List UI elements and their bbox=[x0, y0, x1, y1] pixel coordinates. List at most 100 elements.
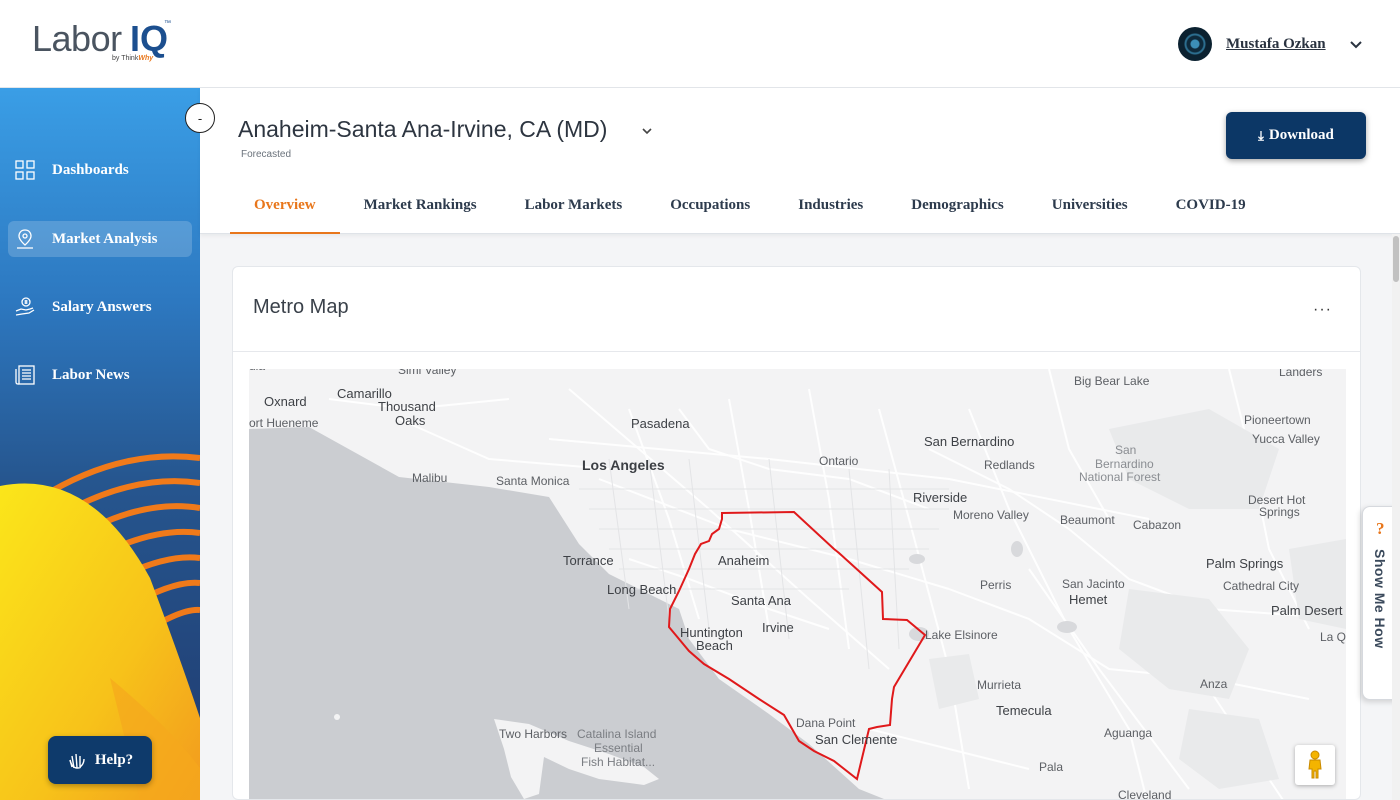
more-options-button[interactable]: ··· bbox=[1313, 301, 1332, 319]
user-menu[interactable]: Mustafa Ozkan bbox=[1178, 27, 1364, 61]
card-title: Metro Map bbox=[253, 296, 349, 318]
map-label: Cathedral City bbox=[1223, 579, 1300, 593]
map-label: Palm Desert bbox=[1271, 603, 1343, 618]
map-label: Long Beach bbox=[607, 582, 677, 597]
map-label: Perris bbox=[980, 578, 1012, 592]
tab-occupations[interactable]: Occupations bbox=[646, 176, 774, 234]
location-pin-icon bbox=[17, 229, 33, 249]
map-label: Oaks bbox=[395, 413, 426, 428]
map-label: San Jacinto bbox=[1062, 577, 1125, 591]
map-label: Essential bbox=[594, 741, 643, 755]
map-label: ula bbox=[249, 369, 265, 373]
tab-bar: Overview Market Rankings Labor Markets O… bbox=[230, 176, 1270, 234]
avatar-icon[interactable] bbox=[1178, 27, 1212, 61]
map-label: Thousand bbox=[378, 399, 436, 414]
scrollbar-thumb[interactable] bbox=[1393, 236, 1399, 282]
card-divider bbox=[233, 351, 1360, 352]
logo-byline: by ThinkWhy bbox=[112, 55, 153, 62]
map-label: Springs bbox=[1259, 505, 1300, 519]
tab-labor-markets[interactable]: Labor Markets bbox=[501, 176, 647, 234]
map-label: Moreno Valley bbox=[953, 508, 1029, 522]
help-button[interactable]: Help? bbox=[48, 736, 152, 784]
market-title[interactable]: Anaheim-Santa Ana-Irvine, CA (MD) bbox=[238, 116, 607, 143]
logo-text-labor: Labor bbox=[32, 18, 122, 59]
content-header: Anaheim-Santa Ana-Irvine, CA (MD) Foreca… bbox=[200, 88, 1400, 234]
street-view-pegman-button[interactable] bbox=[1295, 745, 1335, 785]
tab-industries[interactable]: Industries bbox=[774, 176, 887, 234]
map-label: Ontario bbox=[819, 454, 859, 468]
map-label: Dana Point bbox=[796, 716, 856, 730]
sidebar-item-label: Dashboards bbox=[52, 161, 129, 178]
tab-market-rankings[interactable]: Market Rankings bbox=[340, 176, 501, 234]
tab-demographics[interactable]: Demographics bbox=[887, 176, 1028, 234]
sidebar-collapse-button[interactable]: - bbox=[185, 103, 215, 133]
map-label: Fish Habitat... bbox=[581, 755, 656, 769]
page-scrollbar[interactable] bbox=[1392, 234, 1400, 800]
hand-wave-icon bbox=[69, 753, 85, 769]
chevron-down-icon[interactable] bbox=[1348, 36, 1364, 52]
tab-universities[interactable]: Universities bbox=[1028, 176, 1152, 234]
top-header: Labor IQ ™ by ThinkWhy Mustafa Ozkan bbox=[0, 0, 1400, 88]
map-label: Redlands bbox=[984, 458, 1035, 472]
map-label: Landers bbox=[1279, 369, 1323, 379]
map-label: Malibu bbox=[412, 471, 448, 485]
map-label: Beach bbox=[696, 638, 733, 653]
show-me-how-label: Show Me How bbox=[1372, 549, 1388, 649]
user-name-link[interactable]: Mustafa Ozkan bbox=[1226, 36, 1326, 53]
map-label: Temecula bbox=[996, 703, 1052, 718]
forecast-label: Forecasted bbox=[241, 149, 292, 160]
map-label: Los Angeles bbox=[582, 457, 665, 473]
map-label: Murrieta bbox=[977, 678, 1022, 692]
map-label: Anza bbox=[1200, 677, 1228, 691]
metro-map-card: Metro Map ··· Simi Valley Oxnard Camaril… bbox=[232, 266, 1361, 800]
question-icon: ? bbox=[1376, 519, 1385, 538]
map-label: Pala bbox=[1039, 760, 1064, 774]
newspaper-icon bbox=[15, 365, 35, 385]
map-label: San Clemente bbox=[815, 732, 898, 747]
map-label: Big Bear Lake bbox=[1074, 374, 1150, 388]
map-label: Cabazon bbox=[1133, 518, 1182, 532]
map-label: Torrance bbox=[563, 553, 614, 568]
chevron-down-icon[interactable] bbox=[640, 124, 654, 138]
map-label: Irvine bbox=[762, 620, 794, 635]
map-label: Beaumont bbox=[1060, 513, 1115, 527]
trademark-mark: ™ bbox=[164, 20, 171, 27]
sidebar-item-dashboards[interactable]: Dashboards bbox=[8, 152, 192, 188]
download-icon: ⤓ bbox=[1258, 127, 1264, 143]
map-label: Two Harbors bbox=[499, 727, 568, 741]
map-label: Hemet bbox=[1069, 592, 1108, 607]
map-label: Cleveland bbox=[1118, 788, 1172, 800]
map-label: Santa Monica bbox=[496, 474, 570, 488]
grid-icon bbox=[15, 160, 35, 180]
map-label: Santa Ana bbox=[731, 593, 791, 608]
byline-prefix: by Think bbox=[112, 55, 139, 62]
sidebar-item-salary-answers[interactable]: Salary Answers bbox=[8, 289, 192, 325]
sidebar-item-labor-news[interactable]: Labor News bbox=[8, 357, 192, 393]
sidebar-item-label: Market Analysis bbox=[52, 230, 158, 247]
map-label: Yucca Valley bbox=[1252, 432, 1320, 446]
map-label: San Bernardino bbox=[924, 434, 1015, 449]
pegman-icon bbox=[1308, 750, 1322, 779]
tab-overview[interactable]: Overview bbox=[230, 176, 340, 234]
map-label: La Quint bbox=[1320, 630, 1346, 644]
small-island bbox=[334, 714, 340, 720]
map-label: Pioneertown bbox=[1244, 413, 1311, 427]
sidebar-item-label: Labor News bbox=[52, 366, 130, 383]
sidebar: Dashboards Market Analysis Salary Answer… bbox=[0, 88, 200, 800]
hand-dollar-icon bbox=[15, 297, 35, 316]
logo-text-iq: IQ bbox=[130, 18, 169, 59]
map-basemap bbox=[249, 369, 1346, 799]
map-label: Palm Springs bbox=[1206, 556, 1284, 571]
laboriq-logo[interactable]: Labor IQ ™ by ThinkWhy bbox=[32, 18, 172, 72]
help-label: Help? bbox=[94, 751, 134, 768]
map-label: San bbox=[1115, 443, 1137, 457]
map-label: Lake Elsinore bbox=[925, 628, 998, 642]
map-label: Simi Valley bbox=[398, 369, 457, 377]
download-button[interactable]: ⤓ Download bbox=[1226, 112, 1366, 159]
tab-covid-19[interactable]: COVID-19 bbox=[1152, 176, 1270, 234]
byline-brand: Why bbox=[138, 55, 154, 62]
map-label: National Forest bbox=[1079, 470, 1161, 484]
metro-map[interactable]: ula Simi Valley Oxnard Camarillo ort Hue… bbox=[249, 369, 1346, 800]
sidebar-item-label: Salary Answers bbox=[52, 298, 152, 315]
sidebar-item-market-analysis[interactable]: Market Analysis bbox=[8, 221, 192, 257]
